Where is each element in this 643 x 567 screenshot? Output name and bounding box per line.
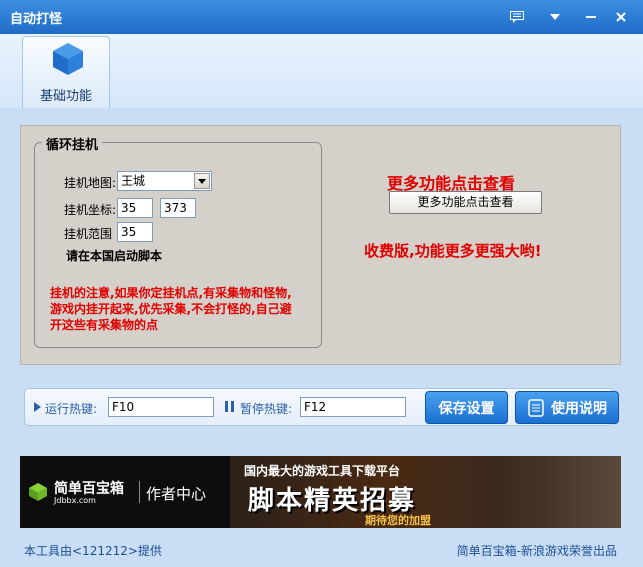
banner-brand: 简单百宝箱 — [54, 481, 124, 497]
save-settings-button[interactable]: 保存设置 — [425, 391, 508, 424]
save-settings-label: 保存设置 — [438, 399, 495, 416]
help-button[interactable]: 使用说明 — [515, 391, 619, 424]
range-label: 挂机范围 — [64, 227, 113, 241]
map-label: 挂机地图: — [64, 176, 117, 190]
notice-line-1: 挂机的注意,如果你定挂机点,有采集物和怪物, — [50, 286, 292, 300]
tab-label: 基础功能 — [39, 89, 92, 104]
loop-group-title: 循环挂机 — [42, 134, 103, 153]
title-bar: 自动打怪 — [0, 0, 643, 34]
start-note: 请在本国启动脚本 — [66, 249, 163, 263]
chevron-down-icon[interactable] — [194, 173, 210, 189]
footer-publisher[interactable]: 简单百宝箱-新浪游戏荣誉出品 — [457, 542, 617, 559]
range-input[interactable]: 35 — [117, 222, 153, 242]
pause-hotkey-input[interactable]: F12 — [300, 397, 406, 417]
document-icon — [528, 398, 544, 417]
close-icon[interactable] — [612, 8, 630, 26]
more-features-button[interactable]: 更多功能点击查看 — [389, 191, 542, 214]
banner-brand-url: Jdbbx.com — [54, 496, 96, 505]
notice-line-2: 游戏内挂开起来,优先采集,不会打怪的,自己避 — [50, 302, 292, 316]
coord-label: 挂机坐标: — [64, 203, 117, 217]
coord-x-input[interactable]: 35 — [117, 198, 153, 218]
tab-basic-functions[interactable]: 基础功能 — [22, 36, 110, 110]
message-icon[interactable] — [508, 8, 526, 26]
map-select[interactable]: 王城 — [117, 171, 212, 191]
window-title: 自动打怪 — [10, 12, 63, 27]
minimize-icon[interactable] — [582, 8, 600, 26]
paid-version-text: 收费版,功能更多更强大哟! — [364, 242, 542, 260]
map-select-value: 王城 — [121, 174, 146, 188]
pause-hotkey-label: 暂停热键: — [240, 402, 293, 416]
notice-line-3: 开这些有采集物的点 — [50, 318, 159, 332]
run-hotkey-label: 运行热键: — [45, 402, 98, 416]
cube-icon — [53, 43, 83, 75]
box-logo-icon — [29, 483, 47, 501]
coord-y-input[interactable]: 373 — [160, 198, 196, 218]
banner-promo-sub: 期待您的加盟 — [365, 514, 431, 527]
play-icon — [34, 402, 41, 412]
banner-promo-top: 国内最大的游戏工具下载平台 — [244, 464, 401, 478]
run-hotkey-input[interactable]: F10 — [108, 397, 214, 417]
help-label: 使用说明 — [551, 399, 607, 416]
dropdown-icon[interactable] — [546, 8, 564, 26]
pause-icon — [225, 401, 234, 412]
banner-author-center: 作者中心 — [146, 485, 207, 503]
ad-banner[interactable]: 简单百宝箱 Jdbbx.com 作者中心 国内最大的游戏工具下载平台 脚本精英招… — [20, 456, 621, 528]
banner-divider — [139, 481, 140, 503]
footer-provider: 本工具由<121212>提供 — [24, 544, 162, 558]
